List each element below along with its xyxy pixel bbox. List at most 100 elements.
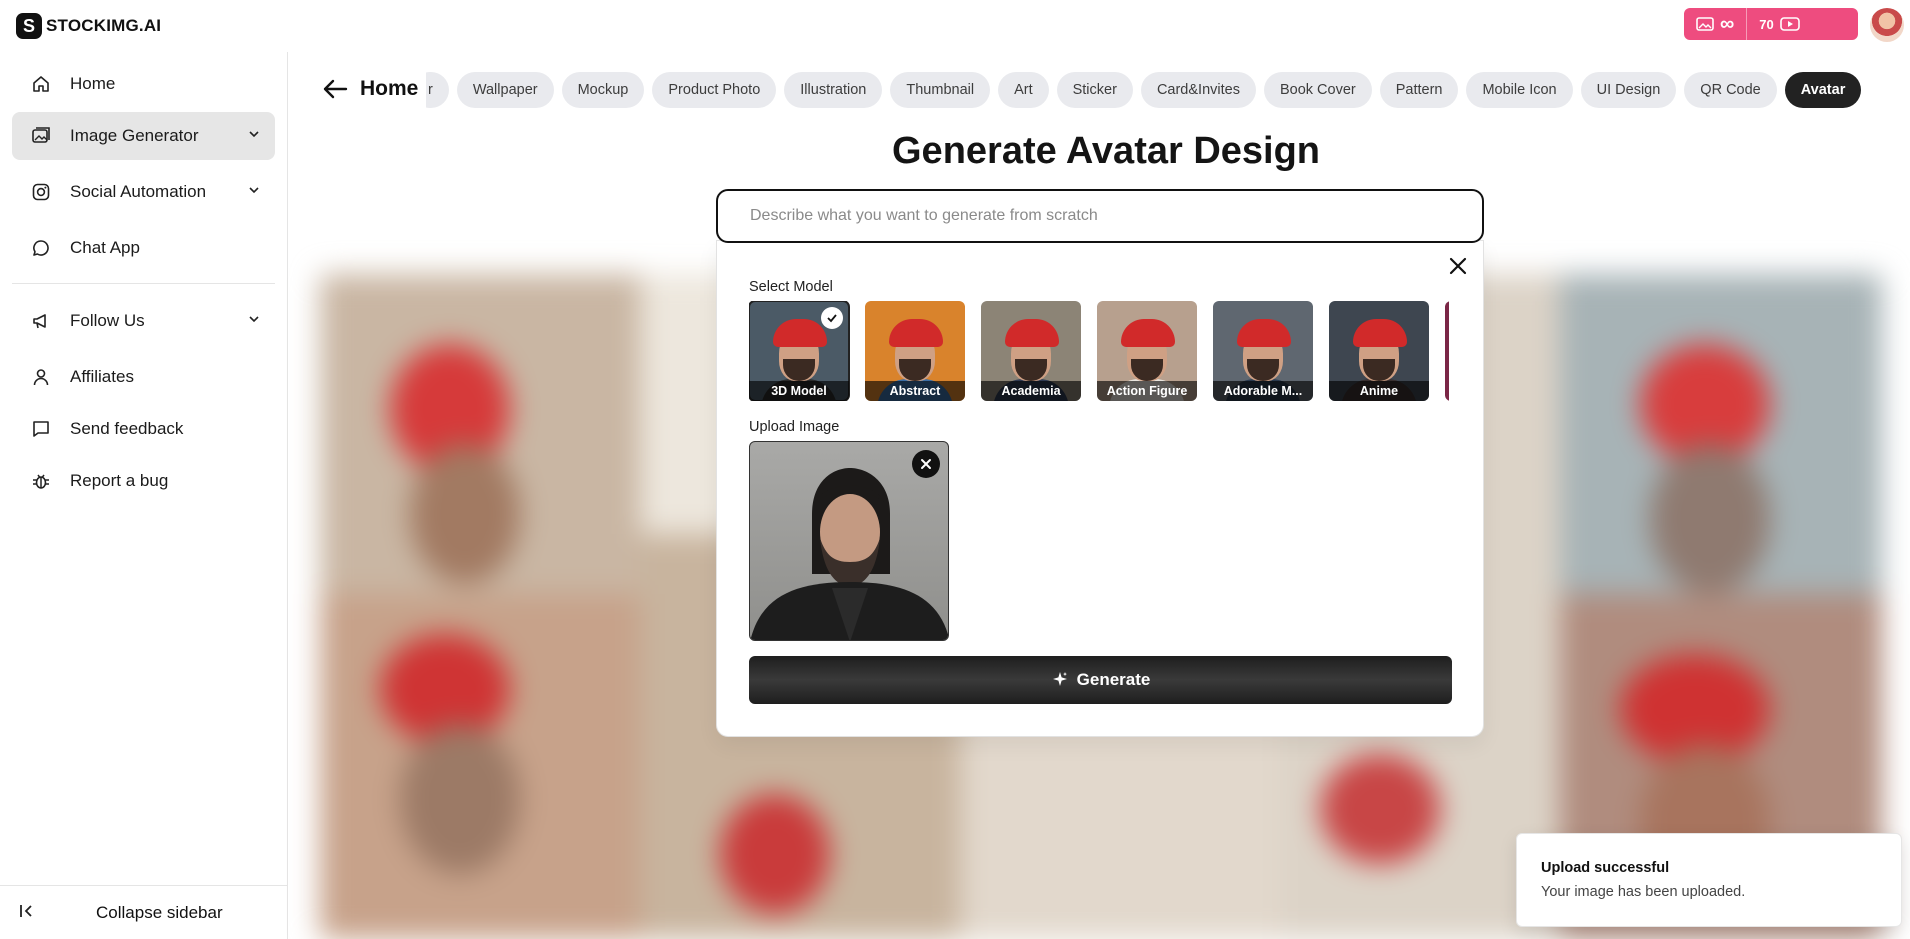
message-icon [30, 418, 52, 440]
category-chip[interactable]: Mobile Icon [1466, 72, 1573, 108]
uploaded-image [749, 441, 949, 641]
chat-icon [30, 237, 52, 259]
top-bar: S STOCKIMG.AI ∞ 70 [0, 0, 1910, 52]
back-label: Home [360, 77, 419, 100]
category-chip[interactable]: Wallpaper [456, 72, 554, 108]
generate-label: Generate [1076, 670, 1151, 689]
sidebar-item-label: Send feedback [70, 419, 184, 438]
sidebar-item-label: Affiliates [70, 367, 134, 386]
model-card[interactable] [1445, 301, 1449, 401]
sidebar-item-report-bug[interactable]: Report a bug [12, 457, 275, 505]
model-card[interactable]: Abstract [865, 301, 965, 401]
chevron-down-icon [247, 126, 261, 146]
prompt-search[interactable] [716, 189, 1484, 243]
toast-title: Upload successful [1541, 860, 1670, 876]
model-name: Academia [981, 381, 1081, 401]
model-cap [1237, 319, 1291, 347]
video-credit-count: 70 [1759, 16, 1774, 32]
credits-badge[interactable]: ∞ 70 [1684, 8, 1858, 40]
sidebar-item-affiliates[interactable]: Affiliates [12, 353, 275, 401]
upload-image-label: Upload Image [749, 419, 840, 435]
model-card[interactable]: Academia [981, 301, 1081, 401]
check-icon [821, 307, 843, 329]
sidebar-item-label: Report a bug [70, 471, 169, 490]
model-cap [773, 319, 827, 347]
image-icon [30, 125, 52, 147]
home-icon [30, 73, 52, 95]
sidebar-item-label: Chat App [70, 238, 140, 257]
select-model-label: Select Model [749, 279, 833, 295]
category-chip[interactable]: Avatar [1784, 72, 1862, 108]
model-cap [1005, 319, 1059, 347]
user-icon [30, 366, 52, 388]
megaphone-icon [30, 310, 52, 332]
category-chip[interactable]: Mockup [561, 72, 645, 108]
sidebar-item-label: Home [70, 74, 116, 93]
sidebar-item-chat-app[interactable]: Chat App [12, 224, 275, 272]
close-icon[interactable] [1447, 255, 1469, 277]
sidebar-item-social-automation[interactable]: Social Automation [12, 168, 275, 216]
category-chip[interactable]: Pattern [1379, 72, 1459, 108]
category-chip[interactable]: Art [998, 72, 1049, 108]
category-chip[interactable]: Thumbnail [890, 72, 991, 108]
back-home-button[interactable]: Home [322, 77, 418, 101]
model-name: Action Figure [1097, 381, 1197, 401]
sparkle-icon [1052, 672, 1067, 686]
model-name: Anime [1329, 381, 1429, 401]
model-name: 3D Model [749, 381, 849, 401]
category-chip[interactable]: UI Design [1580, 72, 1677, 108]
user-avatar[interactable] [1870, 8, 1904, 42]
instagram-icon [30, 181, 52, 203]
category-chip[interactable]: r [426, 72, 449, 108]
remove-image-button[interactable] [912, 450, 940, 478]
collapse-sidebar-button[interactable]: Collapse sidebar [0, 885, 288, 939]
model-cap [889, 319, 943, 347]
image-credit-count: ∞ [1720, 13, 1735, 35]
sidebar-item-label: Image Generator [70, 126, 199, 145]
chevron-down-icon [247, 311, 261, 331]
sidebar-item-send-feedback[interactable]: Send feedback [12, 405, 275, 453]
category-chip[interactable]: Book Cover [1263, 72, 1372, 108]
category-chip[interactable]: Card&Invites [1140, 72, 1256, 108]
model-card[interactable]: 3D Model [749, 301, 850, 401]
generate-panel: Select Model 3D Model Abstract Academia Act… [716, 240, 1484, 737]
logo-text: STOCKIMG.AI [46, 16, 162, 35]
sidebar-item-home[interactable]: Home [12, 60, 275, 108]
close-icon [921, 459, 931, 469]
category-chip[interactable]: QR Code [1684, 72, 1777, 108]
toast-message: Your image has been uploaded. [1541, 884, 1746, 900]
collapse-sidebar-label: Collapse sidebar [96, 903, 223, 922]
model-cap [1121, 319, 1175, 347]
model-list: 3D Model Abstract Academia Action Figure Ado… [749, 301, 1449, 401]
logo-mark: S [16, 13, 42, 39]
logo[interactable]: S STOCKIMG.AI [16, 13, 161, 39]
category-chip[interactable]: Sticker [1056, 72, 1133, 108]
video-credits[interactable]: 70 [1746, 8, 1811, 40]
model-name: Adorable M... [1213, 381, 1313, 401]
sidebar-item-label: Follow Us [70, 311, 145, 330]
prompt-input[interactable] [718, 191, 1482, 241]
model-cap [1353, 319, 1407, 347]
upload-toast: Upload successful Your image has been up… [1516, 833, 1902, 927]
sidebar-item-label: Social Automation [70, 182, 207, 201]
model-card[interactable]: Action Figure [1097, 301, 1197, 401]
chevron-down-icon [247, 182, 261, 202]
sidebar-item-image-generator[interactable]: Image Generator [12, 112, 275, 160]
bug-icon [30, 470, 52, 492]
category-chip[interactable]: Product Photo [652, 72, 777, 108]
page-title: Generate Avatar Design [892, 130, 1321, 172]
category-chip[interactable]: Illustration [784, 72, 883, 108]
sidebar-divider [12, 283, 275, 284]
image-credits[interactable]: ∞ [1684, 8, 1746, 40]
arrow-left-icon [323, 79, 348, 99]
model-name: Abstract [865, 381, 965, 401]
model-card[interactable]: Adorable M... [1213, 301, 1313, 401]
generate-button[interactable]: Generate [749, 656, 1452, 704]
image-icon [1696, 17, 1714, 31]
model-card[interactable]: Anime [1329, 301, 1429, 401]
video-icon [1779, 17, 1800, 31]
sidebar: Home Image Generator Social Automation C… [0, 52, 288, 939]
category-chips: r Wallpaper Mockup Product Photo Illustratio… [426, 72, 1882, 108]
collapse-icon [18, 902, 36, 925]
sidebar-item-follow-us[interactable]: Follow Us [12, 297, 275, 345]
